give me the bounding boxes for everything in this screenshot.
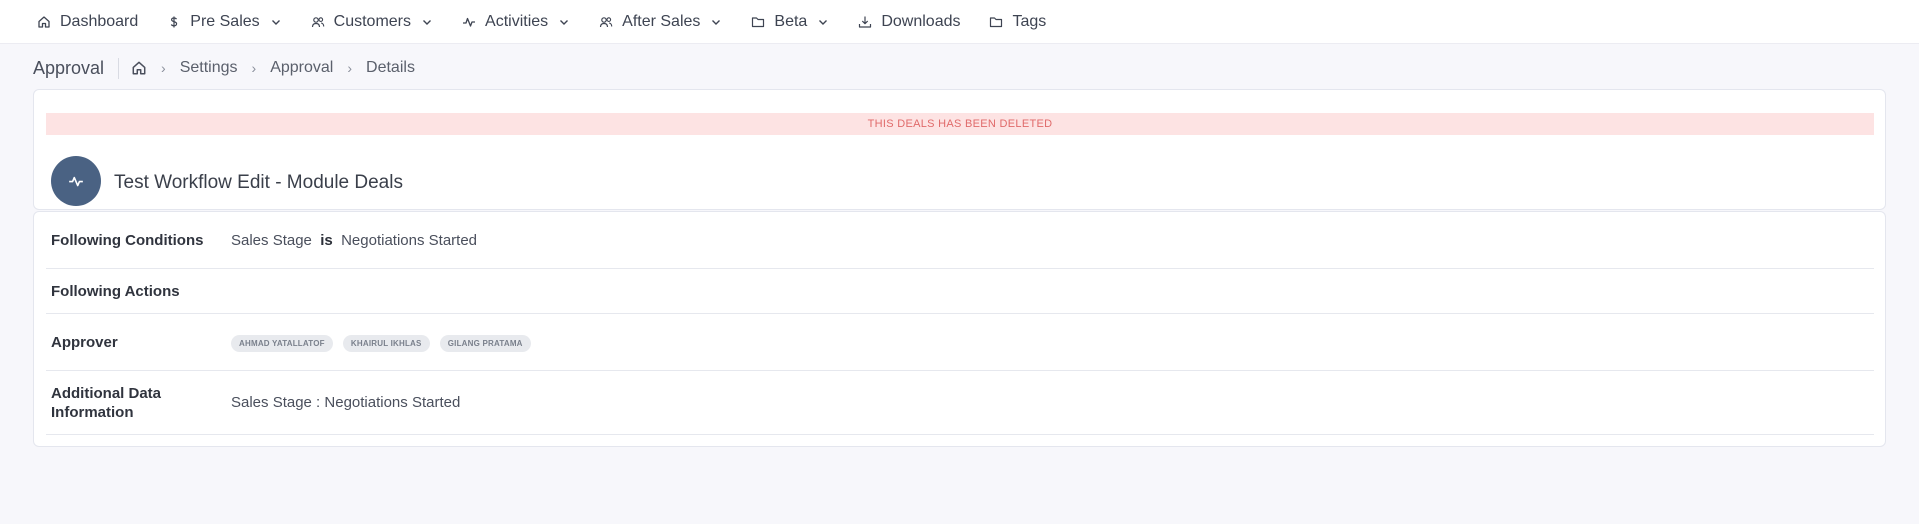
nav-item-activities[interactable]: Activities <box>461 13 570 31</box>
nav-item-after-sales[interactable]: After Sales <box>598 13 722 31</box>
chevron-down-icon <box>270 16 282 28</box>
nav-item-tags[interactable]: Tags <box>988 13 1046 31</box>
folder-icon <box>988 14 1004 30</box>
users-icon <box>598 14 614 30</box>
home-icon[interactable] <box>131 60 147 76</box>
chevron-down-icon <box>817 16 829 28</box>
breadcrumb-separator: › <box>251 60 257 76</box>
nav-label: Customers <box>333 12 412 30</box>
nav-item-beta[interactable]: Beta <box>750 13 829 31</box>
approver-chip: GILANG PRATAMA <box>439 334 531 352</box>
actions-label: Following Actions <box>51 282 180 300</box>
conditions-row: Following Conditions Sales Stage is Nego… <box>46 212 1874 269</box>
nav-item-downloads[interactable]: Downloads <box>857 13 960 31</box>
nav-label: Downloads <box>881 12 961 30</box>
condition-value: Negotiations Started <box>341 231 478 249</box>
breadcrumb-separator: › <box>347 60 353 76</box>
additional-data-value: Sales Stage : Negotiations Started <box>231 394 461 411</box>
conditions-value: Sales Stage is Negotiations Started <box>231 232 477 249</box>
top-navigation: Dashboard Pre Sales Customers Activities <box>0 0 1919 44</box>
users-icon <box>310 14 326 30</box>
approver-row: Approver AHMAD YATALLATOF KHAIRUL IKHLAS… <box>46 314 1874 371</box>
deleted-banner: THIS DEALS HAS BEEN DELETED <box>46 113 1874 135</box>
nav-item-pre-sales[interactable]: Pre Sales <box>166 13 281 31</box>
chevron-down-icon <box>710 16 722 28</box>
workflow-header-card: THIS DEALS HAS BEEN DELETED Test Workflo… <box>33 89 1886 210</box>
actions-row: Following Actions <box>46 269 1874 314</box>
download-icon <box>857 14 873 30</box>
additional-data-label-line2: Information <box>51 403 134 421</box>
nav-item-dashboard[interactable]: Dashboard <box>36 13 138 31</box>
additional-data-label-line1: Additional Data <box>51 384 162 402</box>
nav-label: Dashboard <box>60 12 139 30</box>
chevron-down-icon <box>558 16 570 28</box>
breadcrumb-item-details: Details <box>366 59 415 76</box>
folder-icon <box>750 14 766 30</box>
workflow-title: Test Workflow Edit - Module Deals <box>114 172 403 193</box>
breadcrumb-item-settings[interactable]: Settings <box>180 59 238 77</box>
additional-data-row: Additional Data Information Sales Stage … <box>46 371 1874 435</box>
page-title: Approval <box>33 57 120 79</box>
nav-label: Beta <box>774 12 808 30</box>
breadcrumb-item-approval[interactable]: Approval <box>270 59 333 77</box>
nav-label: Pre Sales <box>190 12 260 30</box>
nav-item-customers[interactable]: Customers <box>310 13 433 31</box>
avatar <box>51 156 101 206</box>
home-icon <box>36 14 52 30</box>
conditions-label: Following Conditions <box>51 231 204 249</box>
breadcrumb-separator: › <box>161 60 166 76</box>
approver-list: AHMAD YATALLATOF KHAIRUL IKHLAS GILANG P… <box>231 333 537 352</box>
nav-label: Activities <box>485 12 549 30</box>
approver-chip: AHMAD YATALLATOF <box>231 334 333 352</box>
activity-icon <box>68 173 84 189</box>
additional-data-label: Additional Data Information <box>46 384 231 422</box>
nav-label: After Sales <box>622 12 701 30</box>
approver-label: Approver <box>51 333 118 351</box>
condition-field: Sales Stage <box>231 231 312 249</box>
dollar-icon <box>166 14 182 30</box>
details-card: Following Conditions Sales Stage is Nego… <box>33 211 1886 447</box>
chevron-down-icon <box>421 16 433 28</box>
activity-icon <box>461 14 477 30</box>
nav-label: Tags <box>1012 12 1047 30</box>
approver-chip: KHAIRUL IKHLAS <box>342 334 430 352</box>
condition-operator: is <box>316 231 337 249</box>
breadcrumb: Approval › Settings › Approval › Details <box>33 56 415 80</box>
